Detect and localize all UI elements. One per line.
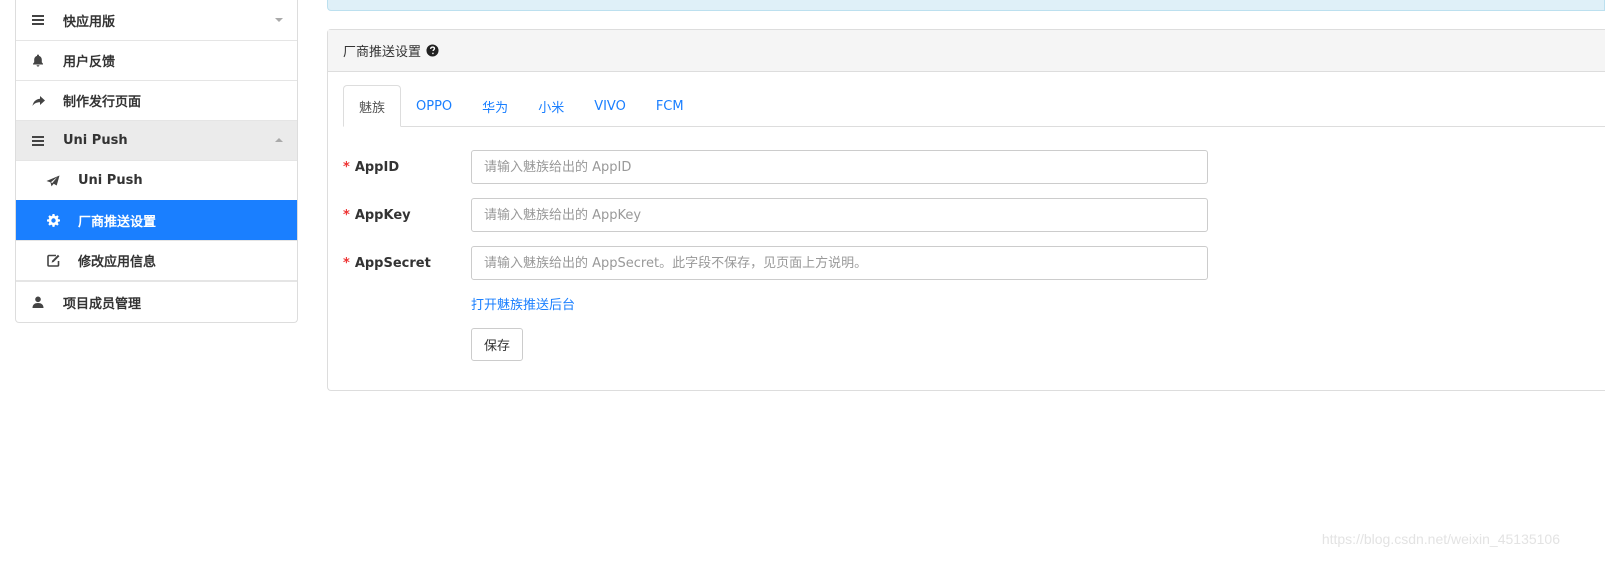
chevron-down-icon <box>275 18 283 22</box>
tab-fcm[interactable]: FCM <box>641 85 699 127</box>
list-icon <box>29 132 47 150</box>
appsecret-row: * AppSecret <box>343 246 1208 280</box>
sidebar-item-unipush[interactable]: Uni Push <box>16 160 297 200</box>
appsecret-label-text: AppSecret <box>354 255 431 271</box>
sidebar-item-label: Uni Push <box>78 173 143 188</box>
tab-xiaomi[interactable]: 小米 <box>523 85 579 127</box>
tab-vivo[interactable]: VIVO <box>579 85 641 127</box>
user-icon <box>29 293 47 311</box>
tab-meizu[interactable]: 魅族 <box>343 85 402 127</box>
sidebar-item-vendor-push-settings[interactable]: 厂商推送设置 <box>16 200 297 240</box>
panel-heading: 厂商推送设置 <box>328 30 1605 72</box>
sidebar-item-quickapp[interactable]: 快应用版 <box>16 0 297 40</box>
sidebar-item-members[interactable]: 项目成员管理 <box>16 282 297 322</box>
save-button[interactable]: 保存 <box>471 328 524 361</box>
paper-plane-icon <box>44 172 62 190</box>
appkey-label: * AppKey <box>343 208 471 223</box>
list-icon <box>29 11 47 29</box>
sidebar-item-release-page[interactable]: 制作发行页面 <box>16 80 297 120</box>
info-alert <box>327 0 1605 11</box>
sidebar-item-label: 快应用版 <box>63 14 116 30</box>
appid-label: * AppID <box>343 160 471 175</box>
sidebar-item-label: 制作发行页面 <box>63 95 142 110</box>
sidebar-nav: 快应用版 用户反馈 制作发行页面 Uni Push Uni Push 厂商推送设… <box>15 0 298 323</box>
tab-oppo[interactable]: OPPO <box>401 85 467 127</box>
tab-huawei[interactable]: 华为 <box>467 85 523 127</box>
watermark: https://blog.csdn.net/weixin_45135106 <box>1321 531 1560 547</box>
sidebar-item-label: 用户反馈 <box>63 55 116 70</box>
share-icon <box>29 92 47 110</box>
sidebar-item-feedback[interactable]: 用户反馈 <box>16 40 297 80</box>
appid-row: * AppID <box>343 150 1208 184</box>
sidebar-item-unipush-group[interactable]: Uni Push <box>16 120 297 160</box>
appkey-label-text: AppKey <box>354 207 411 223</box>
bell-icon <box>29 52 47 70</box>
appid-label-text: AppID <box>354 159 400 175</box>
sidebar-item-label: 修改应用信息 <box>78 255 157 270</box>
open-meizu-push-console-link[interactable]: 打开魅族推送后台 <box>471 294 575 313</box>
edit-icon <box>44 252 62 270</box>
panel-title: 厂商推送设置 <box>343 45 422 60</box>
vendor-push-settings-panel: 厂商推送设置 魅族 OPPO 华为 小米 VIVO FCM * AppID * … <box>327 29 1605 391</box>
sidebar-item-label: Uni Push <box>63 133 128 148</box>
appid-input[interactable] <box>471 150 1208 184</box>
appkey-row: * AppKey <box>343 198 1208 232</box>
sidebar-item-edit-app-info[interactable]: 修改应用信息 <box>16 240 297 280</box>
sidebar-item-label: 项目成员管理 <box>63 296 142 312</box>
question-circle-icon[interactable] <box>426 44 439 57</box>
vendor-tabs: 魅族 OPPO 华为 小米 VIVO FCM <box>343 85 1605 127</box>
sidebar-item-label: 厂商推送设置 <box>78 215 157 230</box>
appsecret-input[interactable] <box>471 246 1208 280</box>
required-mark: * <box>343 207 350 223</box>
appsecret-label: * AppSecret <box>343 256 471 271</box>
gear-icon <box>44 212 62 230</box>
required-mark: * <box>343 159 350 175</box>
required-mark: * <box>343 255 350 271</box>
chevron-up-icon <box>275 137 283 142</box>
appkey-input[interactable] <box>471 198 1208 232</box>
